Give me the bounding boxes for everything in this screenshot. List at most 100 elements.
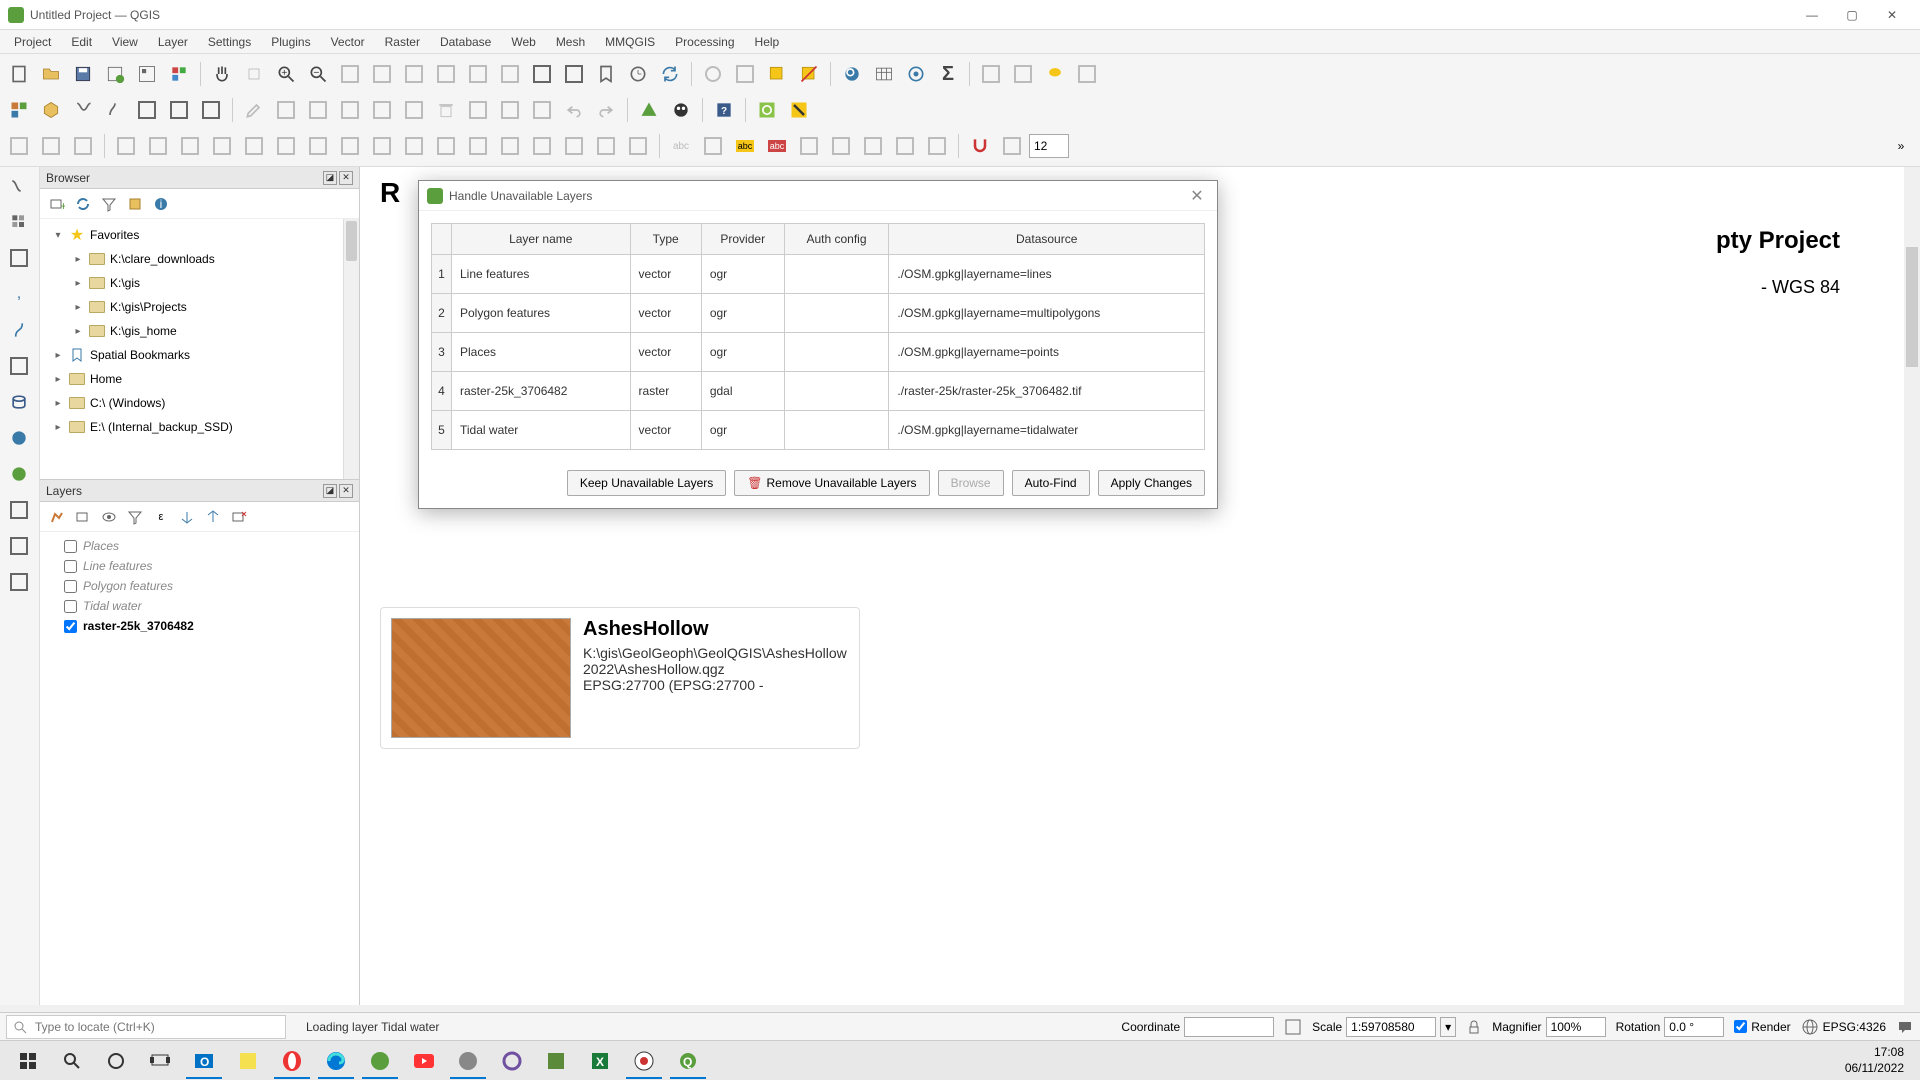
move-feature-button[interactable] [335,95,365,125]
table-row[interactable]: 5 Tidal water vector ogr ./OSM.gpkg|laye… [432,411,1205,450]
digitize-13-button[interactable] [399,131,429,161]
vertex-tool-button[interactable] [367,95,397,125]
new-map-view-button[interactable] [527,59,557,89]
digitize-19-button[interactable] [591,131,621,161]
browser-item[interactable]: ▸E:\ (Internal_backup_SSD) [40,415,359,439]
zoom-out-button[interactable] [303,59,333,89]
menu-database[interactable]: Database [430,35,501,49]
style-manager-button[interactable] [164,59,194,89]
zoom-in-button[interactable] [271,59,301,89]
menu-settings[interactable]: Settings [198,35,261,49]
label-1-button[interactable]: abc [666,131,696,161]
layers-undock-button[interactable]: ◪ [323,484,337,498]
unavailable-layers-table[interactable]: Layer name Type Provider Auth config Dat… [431,223,1205,450]
annotation-button[interactable] [1072,59,1102,89]
label-4-button[interactable]: abc [762,131,792,161]
cell-layer-name[interactable]: Tidal water [452,411,631,450]
browser-scrollbar[interactable] [343,219,359,479]
browser-close-button[interactable]: ✕ [339,171,353,185]
cell-auth[interactable] [784,411,889,450]
sticky-notes-icon[interactable] [226,1043,270,1079]
label-2-button[interactable] [698,131,728,161]
layout-manager-button[interactable] [132,59,162,89]
new-project-button[interactable] [4,59,34,89]
magnifier-input[interactable] [1546,1017,1606,1037]
new-print-layout-button[interactable] [100,59,130,89]
layers-expression-button[interactable]: ε [150,506,172,528]
browser-props-button[interactable]: i [150,193,172,215]
layers-style-button[interactable] [46,506,68,528]
cell-auth[interactable] [784,333,889,372]
digitize-8-button[interactable] [239,131,269,161]
start-button[interactable] [6,1043,50,1079]
browser-tree[interactable]: ▾★Favorites ▸K:\clare_downloads ▸K:\gis … [40,219,359,479]
recent-project-card[interactable]: AshesHollow K:\gis\GeolGeoph\GeolQGIS\As… [380,607,860,749]
digitize-9-button[interactable] [271,131,301,161]
menu-help[interactable]: Help [745,35,790,49]
plugin-b-button[interactable] [666,95,696,125]
digitize-2-button[interactable] [36,131,66,161]
field-calc-button[interactable] [901,59,931,89]
cell-datasource[interactable]: ./OSM.gpkg|layername=multipolygons [889,294,1205,333]
new-geopackage-button[interactable] [36,95,66,125]
col-type[interactable]: Type [630,224,701,255]
digitize-1-button[interactable] [4,131,34,161]
cell-datasource[interactable]: ./raster-25k/raster-25k_3706482.tif [889,372,1205,411]
menu-layer[interactable]: Layer [148,35,198,49]
digitize-17-button[interactable] [527,131,557,161]
cell-layer-name[interactable]: raster-25k_3706482 [452,372,631,411]
dialog-titlebar[interactable]: Handle Unavailable Layers ✕ [419,181,1217,211]
menu-processing[interactable]: Processing [665,35,744,49]
cut-button[interactable] [463,95,493,125]
save-edits-button[interactable] [271,95,301,125]
app-4-icon[interactable] [622,1043,666,1079]
layers-expand-button[interactable] [176,506,198,528]
stats-button[interactable]: Σ [933,59,963,89]
browser-filter-button[interactable] [98,193,120,215]
measure-button[interactable] [976,59,1006,89]
locator-field[interactable] [31,1018,279,1036]
plugin-a-button[interactable] [634,95,664,125]
autofind-button[interactable]: Auto-Find [1012,470,1090,496]
label-8-button[interactable] [890,131,920,161]
toolbar-overflow-button[interactable]: » [1886,131,1916,161]
browser-item[interactable]: ▸K:\gis_home [40,319,359,343]
minimize-button[interactable]: — [1792,1,1832,29]
menu-vector[interactable]: Vector [321,35,375,49]
browser-collapse-button[interactable] [124,193,146,215]
cell-type[interactable]: raster [630,372,701,411]
measure-area-button[interactable] [1008,59,1038,89]
browser-item[interactable]: ▸K:\gis [40,271,359,295]
digitize-14-button[interactable] [431,131,461,161]
layer-item[interactable]: Places [44,536,355,556]
layers-visibility-button[interactable] [98,506,120,528]
taskview-button[interactable] [138,1043,182,1079]
digitize-10-button[interactable] [303,131,333,161]
browser-item-favorites[interactable]: ▾★Favorites [40,223,359,247]
refresh-button[interactable] [655,59,685,89]
deselect-button[interactable] [794,59,824,89]
menu-mmqgis[interactable]: MMQGIS [595,35,665,49]
select-button[interactable] [762,59,792,89]
new-virtual-button[interactable] [132,95,162,125]
extents-icon[interactable] [1284,1018,1302,1036]
outlook-icon[interactable]: O [182,1043,226,1079]
browser-item[interactable]: ▸K:\gis\Projects [40,295,359,319]
menu-view[interactable]: View [102,35,148,49]
table-row[interactable]: 2 Polygon features vector ogr ./OSM.gpkg… [432,294,1205,333]
add-spatialite-button[interactable] [2,313,36,347]
add-postgis-button[interactable] [2,385,36,419]
data-source-manager-button[interactable] [4,95,34,125]
browser-item-home[interactable]: ▸Home [40,367,359,391]
col-layer-name[interactable]: Layer name [452,224,631,255]
attribute-table-button[interactable] [869,59,899,89]
snapping-button[interactable] [965,131,995,161]
digitize-20-button[interactable] [623,131,653,161]
plugin-d-button[interactable] [784,95,814,125]
edge-icon[interactable] [314,1043,358,1079]
layer-checkbox[interactable] [64,620,77,633]
menu-raster[interactable]: Raster [375,35,430,49]
browser-item-bookmarks[interactable]: ▸Spatial Bookmarks [40,343,359,367]
help-button[interactable]: ? [709,95,739,125]
modify-attrs-button[interactable] [399,95,429,125]
